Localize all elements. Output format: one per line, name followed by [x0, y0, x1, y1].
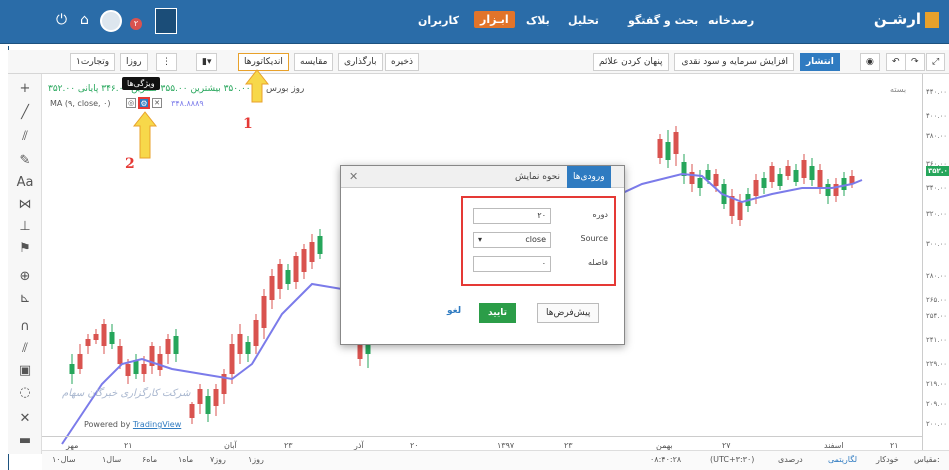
source-value: close [525, 235, 546, 244]
range-7d[interactable]: ۷روز [210, 455, 226, 464]
inputs-panel: ۲۰ دوره ▾ close Source ۰ فاصله [461, 196, 616, 286]
scale-label: مقیاس: [914, 455, 940, 464]
dialog-header: ✕ نحوه نمایش ورودی‌ها [341, 166, 624, 188]
auto-toggle[interactable]: خودکار [876, 455, 899, 464]
ok-button[interactable]: تایید [479, 303, 517, 323]
defaults-button[interactable]: پیش‌فرض‌ها [537, 303, 600, 323]
close-icon[interactable]: ✕ [349, 170, 358, 183]
range-1y[interactable]: ۱سال [102, 455, 121, 464]
range-6m[interactable]: ۶ماه [142, 455, 157, 464]
annotation-2: 2 [125, 156, 135, 172]
source-label: Source [580, 234, 608, 243]
powered-label: Powered by [84, 420, 131, 429]
powered-by[interactable]: Powered by TradingView [84, 420, 181, 429]
length-input[interactable]: ۲۰ [473, 208, 551, 224]
source-select[interactable]: ▾ close [473, 232, 551, 248]
tab-style[interactable]: نحوه نمایش [509, 166, 566, 188]
broker-watermark: شرکت کارگزاری خبرگان سهام [62, 388, 191, 399]
length-row: ۲۰ دوره [473, 208, 608, 226]
length-label: دوره [592, 210, 608, 219]
range-1m[interactable]: ۱ماه [178, 455, 193, 464]
bottom-bar: ۱۰سال ۱سال ۶ماه ۱ماه ۷روز ۱روز ۰۸:۴۰:۲۸ … [42, 450, 949, 470]
tab-inputs[interactable]: ورودی‌ها [567, 166, 611, 188]
range-10y[interactable]: ۱۰سال [52, 455, 76, 464]
annotation-1: 1 [243, 116, 253, 132]
clock: ۰۸:۴۰:۲۸ [650, 455, 682, 464]
source-row: ▾ close Source [473, 232, 608, 250]
indicator-settings-dialog: ✕ نحوه نمایش ورودی‌ها ۲۰ دوره ▾ close Sou… [340, 165, 625, 345]
percent-toggle[interactable]: درصدی [778, 455, 803, 464]
range-1d[interactable]: ۱روز [248, 455, 264, 464]
log-toggle[interactable]: لگاریتمی [828, 455, 857, 464]
chevron-down-icon: ▾ [478, 235, 483, 244]
offset-input[interactable]: ۰ [473, 256, 551, 272]
timezone[interactable]: (UTC+۳:۳۰) [710, 455, 754, 464]
arrow-1 [244, 69, 270, 103]
tradingview-link[interactable]: TradingView [133, 420, 181, 429]
offset-row: ۰ فاصله [473, 256, 608, 274]
arrow-2 [132, 111, 158, 159]
offset-label: فاصله [588, 258, 608, 267]
cancel-button[interactable]: لغو [447, 306, 461, 316]
